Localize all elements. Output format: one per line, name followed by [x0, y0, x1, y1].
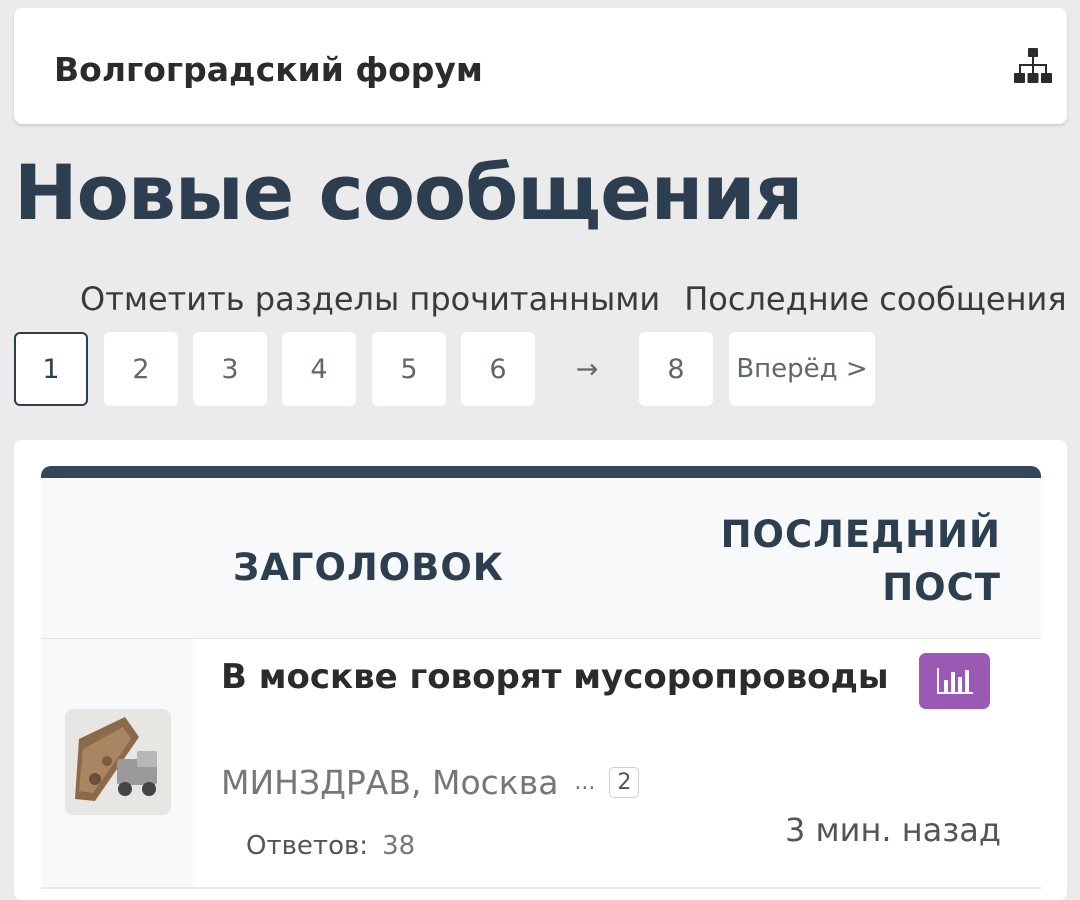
- next-page-button[interactable]: Вперёд >: [729, 332, 875, 406]
- latest-posts-link[interactable]: Последние сообщения: [684, 280, 1066, 318]
- page-6-button[interactable]: 6: [461, 332, 535, 406]
- page-1-button[interactable]: 1: [14, 332, 88, 406]
- topic-table: ЗАГОЛОВОК ПОСЛЕДНИЙ ПОСТ В москве говоря…: [41, 466, 1041, 889]
- topic-page-2-link[interactable]: 2: [609, 767, 640, 798]
- page-jump-arrow[interactable]: →: [550, 332, 624, 406]
- topic-meta: МИНЗДРАВ, Москва ... 2: [221, 763, 640, 802]
- last-post-time[interactable]: 3 мин. назад: [785, 811, 1001, 849]
- table-row[interactable]: В москве говорят мусоропроводы МИНЗДРАВ,…: [41, 639, 1041, 889]
- table-header-bar: [41, 466, 1041, 478]
- page-2-button[interactable]: 2: [104, 332, 178, 406]
- thumbnail-cell: [41, 639, 193, 889]
- page-8-button[interactable]: 8: [639, 332, 713, 406]
- page-5-button[interactable]: 5: [372, 332, 446, 406]
- poll-badge: [919, 653, 990, 709]
- row-divider: [41, 887, 1041, 889]
- action-links: Отметить разделы прочитанными Последние с…: [80, 280, 1080, 318]
- topic-list-card: ЗАГОЛОВОК ПОСЛЕДНИЙ ПОСТ В москве говоря…: [14, 440, 1067, 900]
- page-title: Новые сообщения: [14, 148, 803, 237]
- column-header-last-post[interactable]: ПОСЛЕДНИЙ ПОСТ: [701, 508, 1001, 614]
- dump-truck-image: [65, 709, 171, 815]
- table-header: ЗАГОЛОВОК ПОСЛЕДНИЙ ПОСТ: [41, 478, 1041, 639]
- topic-author[interactable]: МИНЗДРАВ, Москва: [221, 763, 558, 802]
- page-ellipsis: ...: [574, 770, 596, 795]
- top-bar: Волгоградский форум: [14, 8, 1067, 124]
- column-header-title[interactable]: ЗАГОЛОВОК: [233, 546, 504, 589]
- topic-title[interactable]: В москве говорят мусоропроводы: [221, 657, 889, 697]
- replies-label: Ответов:: [246, 831, 369, 861]
- page-4-button[interactable]: 4: [282, 332, 356, 406]
- page-3-button[interactable]: 3: [193, 332, 267, 406]
- sitemap-icon[interactable]: [1014, 48, 1052, 84]
- site-name[interactable]: Волгоградский форум: [54, 50, 483, 89]
- replies-info: Ответов: 38: [246, 831, 415, 861]
- poll-chart-icon: [936, 668, 973, 694]
- topic-title-link[interactable]: В москве говорят мусоропроводы: [221, 653, 901, 729]
- replies-count: 38: [382, 831, 416, 861]
- topic-thumbnail[interactable]: [65, 709, 171, 815]
- mark-forums-read-link[interactable]: Отметить разделы прочитанными: [80, 280, 660, 318]
